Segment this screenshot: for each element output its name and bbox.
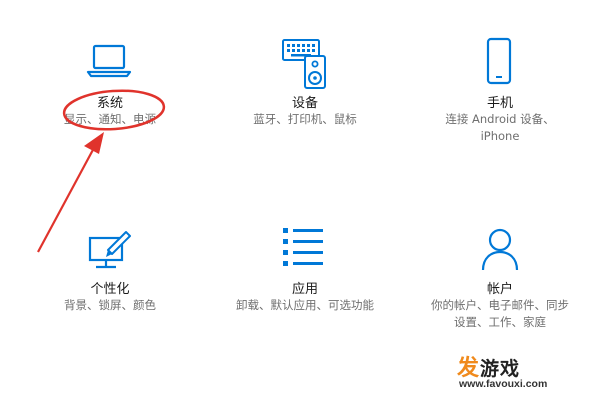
tile-apps[interactable]: 应用 卸载、默认应用、可选功能: [220, 222, 390, 322]
tile-accounts-title: 帐户: [486, 282, 513, 297]
tile-devices-title: 设备: [291, 96, 318, 111]
tile-accounts-desc-line2: 设置、工作、家庭: [454, 315, 546, 329]
tile-system-desc: 显示、通知、电源: [64, 112, 156, 126]
annotation-arrowhead: [84, 132, 104, 154]
watermark-logo-rest: 游戏: [480, 358, 521, 380]
tile-apps-desc: 卸载、默认应用、可选功能: [236, 298, 374, 312]
tile-devices[interactable]: 设备 蓝牙、打印机、鼠标: [230, 30, 380, 130]
tile-phone[interactable]: 手机 连接 Android 设备、 iPhone: [430, 30, 570, 150]
laptop-icon: [86, 44, 132, 78]
tile-apps-title: 应用: [291, 282, 318, 297]
tile-phone-desc-line2: iPhone: [480, 129, 520, 143]
devices-icon: [282, 39, 326, 89]
tile-system[interactable]: 系统 显示、通知、电源: [40, 30, 180, 130]
apps-list-icon: [283, 228, 323, 266]
tile-system-title: 系统: [96, 96, 123, 111]
tile-accounts-desc-line1: 你的帐户、电子邮件、同步: [431, 298, 569, 312]
tile-devices-desc: 蓝牙、打印机、鼠标: [253, 112, 357, 126]
tile-phone-title: 手机: [486, 96, 513, 111]
tile-phone-desc-line1: 连接 Android 设备、: [445, 112, 555, 126]
watermark-url: www.favouxi.com: [459, 378, 548, 390]
personalization-icon: [88, 231, 131, 269]
tile-personalization-desc: 背景、锁屏、颜色: [64, 298, 156, 312]
watermark: 发游戏 www.favouxi.com: [457, 350, 597, 396]
tile-accounts[interactable]: 帐户 你的帐户、电子邮件、同步 设置、工作、家庭: [425, 222, 575, 337]
tile-personalization[interactable]: 个性化 背景、锁屏、颜色: [40, 222, 180, 322]
account-icon: [481, 228, 519, 271]
phone-icon: [486, 37, 512, 85]
tile-personalization-title: 个性化: [90, 282, 130, 297]
settings-home: 系统 显示、通知、电源 设备 蓝牙、打印机、鼠标 手机 连接 Android 设…: [0, 0, 600, 400]
